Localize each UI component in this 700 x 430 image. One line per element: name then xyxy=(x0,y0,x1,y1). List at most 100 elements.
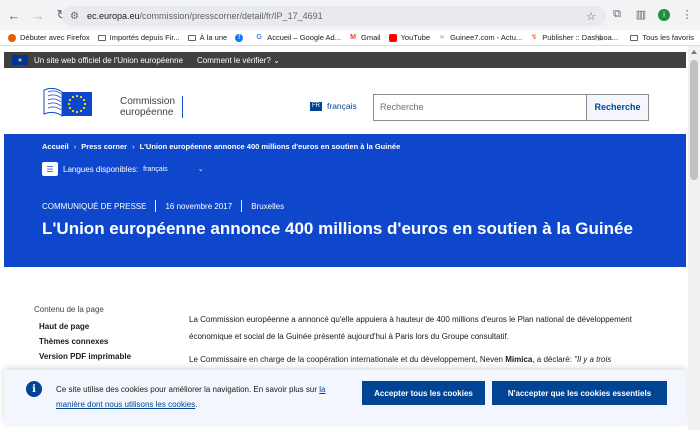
article-paragraph-1: La Commission européenne a annoncé qu'el… xyxy=(189,315,632,341)
site-info-icon[interactable]: ⚙ xyxy=(70,11,79,22)
breadcrumb-press-corner[interactable]: Press corner xyxy=(81,142,127,151)
meta-divider xyxy=(241,200,243,212)
menu-dots-icon[interactable]: ⋮ xyxy=(680,8,694,21)
toc-related-topics[interactable]: Thèmes connexes xyxy=(39,337,131,346)
bookmark-guinee7[interactable]: ≈ Guinee7.com - Actu... xyxy=(438,33,522,42)
bookmark-firefox[interactable]: Débuter avec Firefox xyxy=(8,33,90,42)
page-scrollbar[interactable] xyxy=(688,46,700,430)
search-input[interactable]: Recherche xyxy=(373,94,586,121)
logo-text: Commission européenne xyxy=(120,96,175,118)
bookmark-label: Débuter avec Firefox xyxy=(20,33,90,42)
available-languages[interactable]: ☰ Langues disponibles: français ⌄ xyxy=(42,162,204,176)
address-bar[interactable]: ⚙ ec.europa.eu/commission/presscorner/de… xyxy=(62,6,606,26)
chevron-right-icon: › xyxy=(132,142,135,151)
bookmark-facebook[interactable]: f xyxy=(235,33,247,42)
bookmarks-overflow-icon[interactable]: » xyxy=(597,33,602,43)
cookie-message: Ce site utilise des cookies pour amélior… xyxy=(56,382,356,412)
back-icon[interactable]: ← xyxy=(4,8,24,23)
page-title: L'Union européenne annonce 400 millions … xyxy=(42,219,633,238)
youtube-icon xyxy=(388,33,397,42)
press-location: Bruxelles xyxy=(251,201,285,211)
firefox-icon xyxy=(8,33,16,42)
accept-all-cookies-button[interactable]: Accepter tous les cookies xyxy=(362,381,485,405)
url-path: /commission/presscorner/detail/fr/IP_17_… xyxy=(139,11,323,21)
bookmarks-bar: Débuter avec Firefox Importés depuis Fir… xyxy=(0,30,700,46)
bookmark-folder-imported[interactable]: Importés depuis Fir... xyxy=(97,33,180,42)
speech-bubble-icon: ☰ xyxy=(42,162,58,176)
scrollbar-thumb[interactable] xyxy=(690,60,698,180)
languages-label: Langues disponibles: xyxy=(63,164,139,174)
commission-logo[interactable] xyxy=(42,82,94,122)
bookmark-star-icon[interactable]: ☆ xyxy=(586,10,596,23)
bookmark-youtube[interactable]: YouTube xyxy=(388,33,431,42)
breadcrumb: Accueil › Press corner › L'Union europée… xyxy=(42,142,400,151)
folder-icon xyxy=(97,34,106,41)
eu-flag-icon: ★ xyxy=(12,55,28,65)
commissioner-name: Mimica xyxy=(505,355,533,364)
logo-divider xyxy=(182,96,183,118)
bookmark-label: Tous les favoris xyxy=(642,33,694,42)
press-type: COMMUNIQUÉ DE PRESSE xyxy=(42,201,147,211)
bookmark-label: Publisher :: Dashboa... xyxy=(542,33,619,42)
search-button[interactable]: Recherche xyxy=(586,94,649,121)
languages-value: français xyxy=(143,165,168,173)
chevron-right-icon: › xyxy=(73,142,77,151)
eu-official-text: Un site web officiel de l'Union européen… xyxy=(34,55,184,65)
sidebar-icon[interactable]: ▥ xyxy=(634,8,648,21)
scroll-up-icon[interactable] xyxy=(691,50,697,54)
bookmark-gmail[interactable]: M Gmail xyxy=(349,33,381,42)
page-hero: Accueil › Press corner › L'Union europée… xyxy=(4,134,686,267)
toc-pdf-version[interactable]: Version PDF imprimable xyxy=(39,352,131,361)
cookie-banner: i Ce site utilise des cookies pour améli… xyxy=(4,370,686,425)
press-meta: COMMUNIQUÉ DE PRESSE 16 novembre 2017 Br… xyxy=(42,200,284,212)
bookmark-google-ads[interactable]: G Accueil – Google Ad... xyxy=(255,33,341,42)
logo-line-1: Commission xyxy=(120,96,176,107)
verify-link[interactable]: Comment le vérifier? ⌄ xyxy=(197,56,280,65)
bookmark-label: Importés depuis Fir... xyxy=(109,33,180,42)
article-body: La Commission européenne a annoncé qu'el… xyxy=(189,311,664,374)
info-icon: i xyxy=(26,381,42,397)
contents-title: Contenu de la page xyxy=(34,305,104,314)
folder-icon xyxy=(630,34,639,41)
guinee7-icon: ≈ xyxy=(440,33,444,41)
paragraph-text: , a déclaré: xyxy=(532,355,572,364)
publisher-icon: ↯ xyxy=(531,33,538,41)
extensions-icon[interactable]: ⧉ xyxy=(610,8,624,21)
profile-avatar[interactable]: i xyxy=(658,8,670,21)
browser-toolbar: ← → ↻ ⚙ ec.europa.eu/commission/presscor… xyxy=(0,0,700,30)
eu-official-bar: ★ Un site web officiel de l'Union europé… xyxy=(4,52,686,68)
language-code-badge: FR xyxy=(310,101,322,111)
bookmark-label: À la une xyxy=(199,33,228,42)
bookmark-label: Accueil – Google Ad... xyxy=(267,33,341,42)
page-contents: Contenu de la page Haut de page Thèmes c… xyxy=(34,305,131,367)
meta-divider xyxy=(155,200,157,212)
forward-icon[interactable]: → xyxy=(28,8,48,23)
bookmark-label: YouTube xyxy=(400,33,431,42)
accept-essential-cookies-button[interactable]: N'accepter que les cookies essentiels xyxy=(492,381,667,405)
gmail-icon: M xyxy=(350,33,356,41)
language-switcher[interactable]: FR français xyxy=(310,101,357,111)
language-label: français xyxy=(327,101,357,111)
logo-line-2: européenne xyxy=(120,107,174,118)
quote-text: "Il y a trois xyxy=(574,355,612,364)
url-host: ec.europa.eu xyxy=(86,11,140,21)
all-bookmarks[interactable]: Tous les favoris xyxy=(630,33,694,42)
bookmark-publisher[interactable]: ↯ Publisher :: Dashboa... xyxy=(530,33,618,42)
facebook-icon: f xyxy=(235,33,244,42)
bookmark-label: Guinee7.com - Actu... xyxy=(450,33,523,42)
breadcrumb-home[interactable]: Accueil xyxy=(42,142,69,151)
bookmark-folder-une[interactable]: À la une xyxy=(187,33,228,42)
toc-top-of-page[interactable]: Haut de page xyxy=(39,322,131,331)
press-date: 16 novembre 2017 xyxy=(165,201,233,211)
chevron-down-icon: ⌄ xyxy=(273,55,280,65)
folder-icon xyxy=(187,34,196,41)
breadcrumb-current: L'Union européenne annonce 400 millions … xyxy=(139,142,401,151)
bookmark-label: Gmail xyxy=(360,33,381,42)
paragraph-text: Le Commissaire en charge de la coopérati… xyxy=(189,355,503,364)
cookie-text: Ce site utilise des cookies pour amélior… xyxy=(56,385,318,394)
verify-label: Comment le vérifier? xyxy=(197,55,271,65)
chevron-down-icon: ⌄ xyxy=(197,166,204,173)
cookie-text-suffix: . xyxy=(195,400,198,409)
article-paragraph-2: Le Commissaire en charge de la coopérati… xyxy=(189,351,664,368)
site-header: Commission européenne FR français Recher… xyxy=(4,68,686,134)
